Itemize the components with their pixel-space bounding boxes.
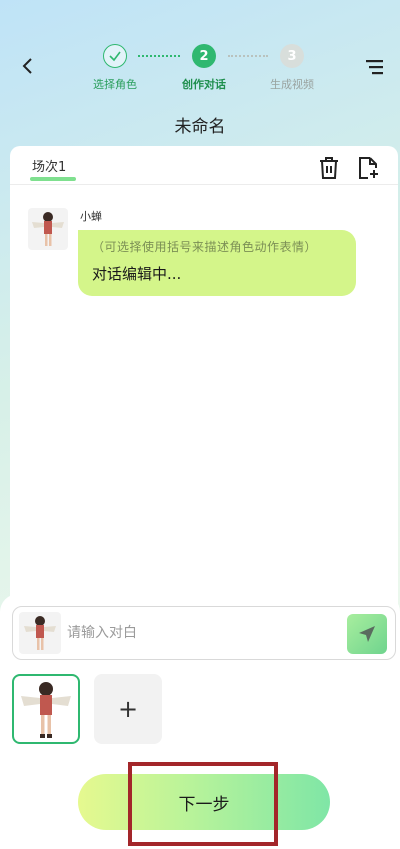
top-bar: 选择角色 2 创作对话 3 生成视频	[0, 0, 400, 100]
step-create-dialog[interactable]: 2 创作对话	[169, 44, 239, 92]
trash-icon	[320, 157, 338, 179]
check-icon	[103, 44, 127, 68]
dialog-card: 场次1 小蝉 （可选择使用括号来描述角色动作表情） 对话编辑中...	[10, 146, 398, 606]
progress-stepper: 选择角色 2 创作对话 3 生成视频	[90, 44, 330, 94]
next-step-button[interactable]: 下一步	[78, 774, 330, 830]
dialog-bubble[interactable]: （可选择使用括号来描述角色动作表情） 对话编辑中...	[78, 230, 356, 296]
send-button[interactable]	[347, 614, 387, 654]
delete-scene-button[interactable]	[318, 156, 340, 180]
add-file-icon	[359, 157, 378, 179]
step-generate-video[interactable]: 3 生成视频	[257, 44, 327, 92]
step-select-character[interactable]: 选择角色	[80, 44, 150, 92]
divider	[10, 184, 398, 185]
menu-button[interactable]	[362, 54, 388, 80]
step-label: 生成视频	[270, 78, 314, 91]
dialog-hint: （可选择使用括号来描述角色动作表情）	[92, 240, 318, 254]
step-label: 创作对话	[182, 78, 226, 91]
add-character-button[interactable]: +	[94, 674, 162, 744]
dialog-text: 对话编辑中...	[92, 265, 182, 283]
page-title[interactable]: 未命名	[0, 112, 400, 137]
menu-icon	[366, 60, 383, 75]
character-avatar[interactable]	[28, 208, 68, 250]
step-number: 2	[192, 44, 216, 68]
input-character-avatar[interactable]	[19, 612, 61, 654]
composer-panel: + 下一步	[0, 594, 400, 849]
chevron-left-icon	[22, 58, 32, 74]
add-scene-button[interactable]	[356, 156, 380, 180]
step-number: 3	[280, 44, 304, 68]
dialog-input[interactable]	[67, 607, 337, 659]
character-thumbnail-selected[interactable]	[12, 674, 80, 744]
dialog-input-box	[12, 606, 396, 660]
step-label: 选择角色	[93, 78, 137, 91]
speaker-name: 小蝉	[80, 210, 102, 223]
back-button[interactable]	[14, 52, 42, 80]
send-icon	[359, 626, 375, 642]
tab-indicator	[30, 177, 76, 181]
tab-scene-1[interactable]: 场次1	[32, 156, 66, 175]
